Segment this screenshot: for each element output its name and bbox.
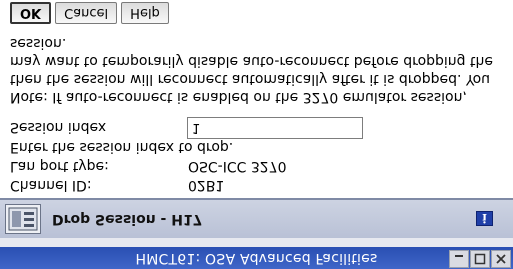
dialog-content: Channel ID: 02B1 Lan port type: OSC-ICC …: [0, 0, 513, 198]
instruction-text: Enter the session index to drop.: [10, 139, 234, 155]
cancel-button[interactable]: Cancel: [55, 2, 118, 24]
close-icon: [496, 254, 506, 264]
channel-id-row: Channel ID: 02B1: [10, 176, 224, 194]
minimize-button[interactable]: [449, 250, 469, 268]
title-separator: [0, 238, 513, 247]
session-index-label: Session index: [10, 119, 107, 135]
window-title-bar[interactable]: HMCT61: OSA Advanced Facilities: [0, 247, 513, 269]
note-line: may want to temporarily disable auto-rec…: [10, 53, 493, 69]
channel-id-value: 02B1: [188, 177, 225, 193]
note-line: then the session will reconnect automati…: [10, 71, 491, 87]
session-icon: [5, 204, 41, 234]
minimize-icon: [455, 255, 463, 257]
ok-button[interactable]: OK: [10, 2, 52, 24]
info-icon[interactable]: i: [476, 211, 493, 226]
maximize-button[interactable]: [470, 250, 490, 268]
close-button[interactable]: [491, 250, 511, 268]
channel-id-label: Channel ID:: [10, 177, 92, 193]
lan-port-type-row: Lan port type: OSC-ICC 3270: [10, 157, 287, 175]
lan-port-type-label: Lan port type:: [10, 158, 109, 174]
window-controls: [449, 250, 511, 268]
button-bar: OK Cancel Help: [10, 2, 169, 24]
dialog-window: HMCT61: OSA Advanced Facilities Drop Ses…: [0, 0, 513, 269]
window-title: HMCT61: OSA Advanced Facilities: [135, 250, 378, 266]
dialog-header: Drop Session - H17 i: [0, 198, 513, 238]
help-button[interactable]: Help: [121, 2, 169, 24]
note-line: Note: If auto-reconnect is enabled on th…: [10, 89, 467, 105]
session-index-input[interactable]: [187, 117, 363, 139]
dialog-title: Drop Session - H17: [52, 211, 203, 227]
maximize-icon: [474, 253, 486, 265]
note-text: Note: If auto-reconnect is enabled on th…: [10, 34, 510, 106]
note-line: session.: [10, 35, 67, 51]
lan-port-type-value: OSC-ICC 3270: [188, 158, 287, 174]
